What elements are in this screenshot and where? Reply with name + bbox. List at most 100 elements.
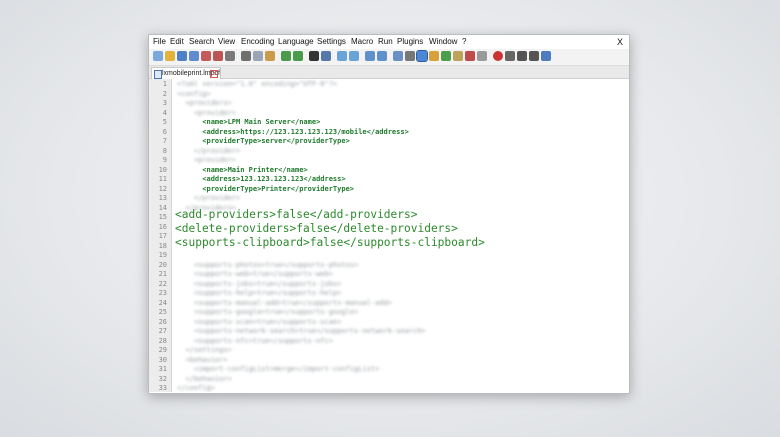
line-number: 15 <box>158 213 167 221</box>
code-line: <supports-help>true</supports-help> <box>177 289 342 297</box>
line-number: 32 <box>158 374 167 383</box>
replace-icon[interactable] <box>321 51 331 61</box>
close-file-icon[interactable] <box>201 51 211 61</box>
code-line: <providerType>Printer</providerType> <box>177 184 355 193</box>
menu-macro[interactable]: Macro <box>351 37 373 46</box>
menu-encoding[interactable]: Encoding <box>241 37 274 46</box>
code-line: <import-configList>merge</import-configL… <box>177 365 380 373</box>
code-line: <name>Main Printer</name> <box>177 165 308 174</box>
save-icon[interactable] <box>177 51 187 61</box>
code-line: <behavior> <box>177 355 228 364</box>
folder-workspace-icon[interactable] <box>465 51 475 61</box>
code-line: </provider> <box>177 146 241 155</box>
redo-icon[interactable] <box>293 51 303 61</box>
line-number: 33 <box>158 384 167 392</box>
undo-icon[interactable] <box>281 51 291 61</box>
paste-icon[interactable] <box>265 51 275 61</box>
code-line: <config> <box>177 89 211 98</box>
save-macro-icon[interactable] <box>541 51 551 61</box>
indent-guide-icon[interactable] <box>416 50 428 62</box>
line-number: 24 <box>158 298 167 307</box>
code-line: </settings> <box>177 346 232 354</box>
file-icon <box>154 70 162 79</box>
doc-map-icon[interactable] <box>441 51 451 61</box>
line-number: 31 <box>158 365 167 373</box>
toolbar <box>149 49 629 66</box>
line-number: 8 <box>162 146 167 155</box>
code-line: <name>LPM Main Server</name> <box>177 118 321 126</box>
stop-macro-icon[interactable] <box>505 51 515 61</box>
run-macro-multiple-icon[interactable] <box>529 51 539 61</box>
line-number: 23 <box>158 289 167 297</box>
code-line: <supports-manual-add>true</supports-manu… <box>177 298 392 307</box>
code-line: </provider> <box>177 194 241 202</box>
line-number: 3 <box>162 99 167 107</box>
line-number: 20 <box>158 260 167 269</box>
zoom-in-icon[interactable] <box>337 51 347 61</box>
line-number: 19 <box>158 251 167 259</box>
tab-close-icon[interactable]: x <box>210 70 218 78</box>
menu-language[interactable]: Language <box>278 37 314 46</box>
new-file-icon[interactable] <box>153 51 163 61</box>
highlighted-code-line: <delete-providers>false</delete-provider… <box>175 222 458 235</box>
line-number: 9 <box>162 156 167 164</box>
line-number: 6 <box>162 127 167 136</box>
line-number: 4 <box>162 108 167 117</box>
record-macro-icon[interactable] <box>493 51 503 61</box>
menu-view[interactable]: View <box>218 37 235 46</box>
code-line: <address>https://123.123.123.123/mobile<… <box>177 127 409 136</box>
menu-file[interactable]: File <box>153 37 166 46</box>
menu-window[interactable]: Window <box>429 37 457 46</box>
editor-area[interactable]: 1 2 3 4 5 6 7 8 9 10 11 12 13 14 15 16 1… <box>149 79 629 392</box>
function-list-icon[interactable] <box>453 51 463 61</box>
code-line: <supports-nfc>true</supports-nfc> <box>177 336 333 345</box>
line-number: 22 <box>158 279 167 288</box>
line-number: 2 <box>162 89 167 98</box>
close-all-icon[interactable] <box>213 51 223 61</box>
code-line: <supports-photos>true</supports-photos> <box>177 260 359 269</box>
line-number: 28 <box>158 336 167 345</box>
language-icon[interactable] <box>429 51 439 61</box>
open-file-icon[interactable] <box>165 51 175 61</box>
code-line: <supports-google>true</supports-google> <box>177 308 359 316</box>
word-wrap-icon[interactable] <box>393 51 403 61</box>
code-line: </config> <box>177 384 215 392</box>
menu-search[interactable]: Search <box>189 37 214 46</box>
menu-edit[interactable]: Edit <box>170 37 184 46</box>
sync-horizontal-icon[interactable] <box>377 51 387 61</box>
play-macro-icon[interactable] <box>517 51 527 61</box>
highlighted-code-line: <add-providers>false</add-providers> <box>175 208 418 221</box>
print-icon[interactable] <box>225 51 235 61</box>
cut-icon[interactable] <box>241 51 251 61</box>
line-number: 27 <box>158 327 167 335</box>
code-line: <supports-web>true</supports-web> <box>177 270 333 278</box>
zoom-out-icon[interactable] <box>349 51 359 61</box>
line-number: 17 <box>158 232 167 240</box>
line-number: 21 <box>158 270 167 278</box>
code-line: <provider> <box>177 156 237 164</box>
line-number: 13 <box>158 194 167 202</box>
code-line: <supports-network-search>true</supports-… <box>177 327 426 335</box>
code-line: <supports-scan>true</supports-scan> <box>177 317 342 326</box>
menu-help[interactable]: ? <box>462 37 466 46</box>
code-line: <?xml version="1.0" encoding="UTF-8"?> <box>177 80 338 88</box>
menu-settings[interactable]: Settings <box>317 37 346 46</box>
line-number: 26 <box>158 317 167 326</box>
line-number: 16 <box>158 222 167 231</box>
monitor-icon[interactable] <box>477 51 487 61</box>
line-number: 18 <box>158 241 167 250</box>
code-line: <providers> <box>177 99 232 107</box>
show-all-chars-icon[interactable] <box>405 51 415 61</box>
close-icon[interactable]: X <box>617 37 623 47</box>
sync-vertical-icon[interactable] <box>365 51 375 61</box>
file-tab[interactable]: lxmobileprint.lmpcf x <box>151 67 221 79</box>
copy-icon[interactable] <box>253 51 263 61</box>
line-number: 1 <box>162 80 167 88</box>
find-icon[interactable] <box>309 51 319 61</box>
menu-run[interactable]: Run <box>378 37 393 46</box>
line-number: 10 <box>158 165 167 174</box>
line-number: 29 <box>158 346 167 354</box>
menu-plugins[interactable]: Plugins <box>397 37 423 46</box>
save-all-icon[interactable] <box>189 51 199 61</box>
line-number: 11 <box>158 175 167 183</box>
